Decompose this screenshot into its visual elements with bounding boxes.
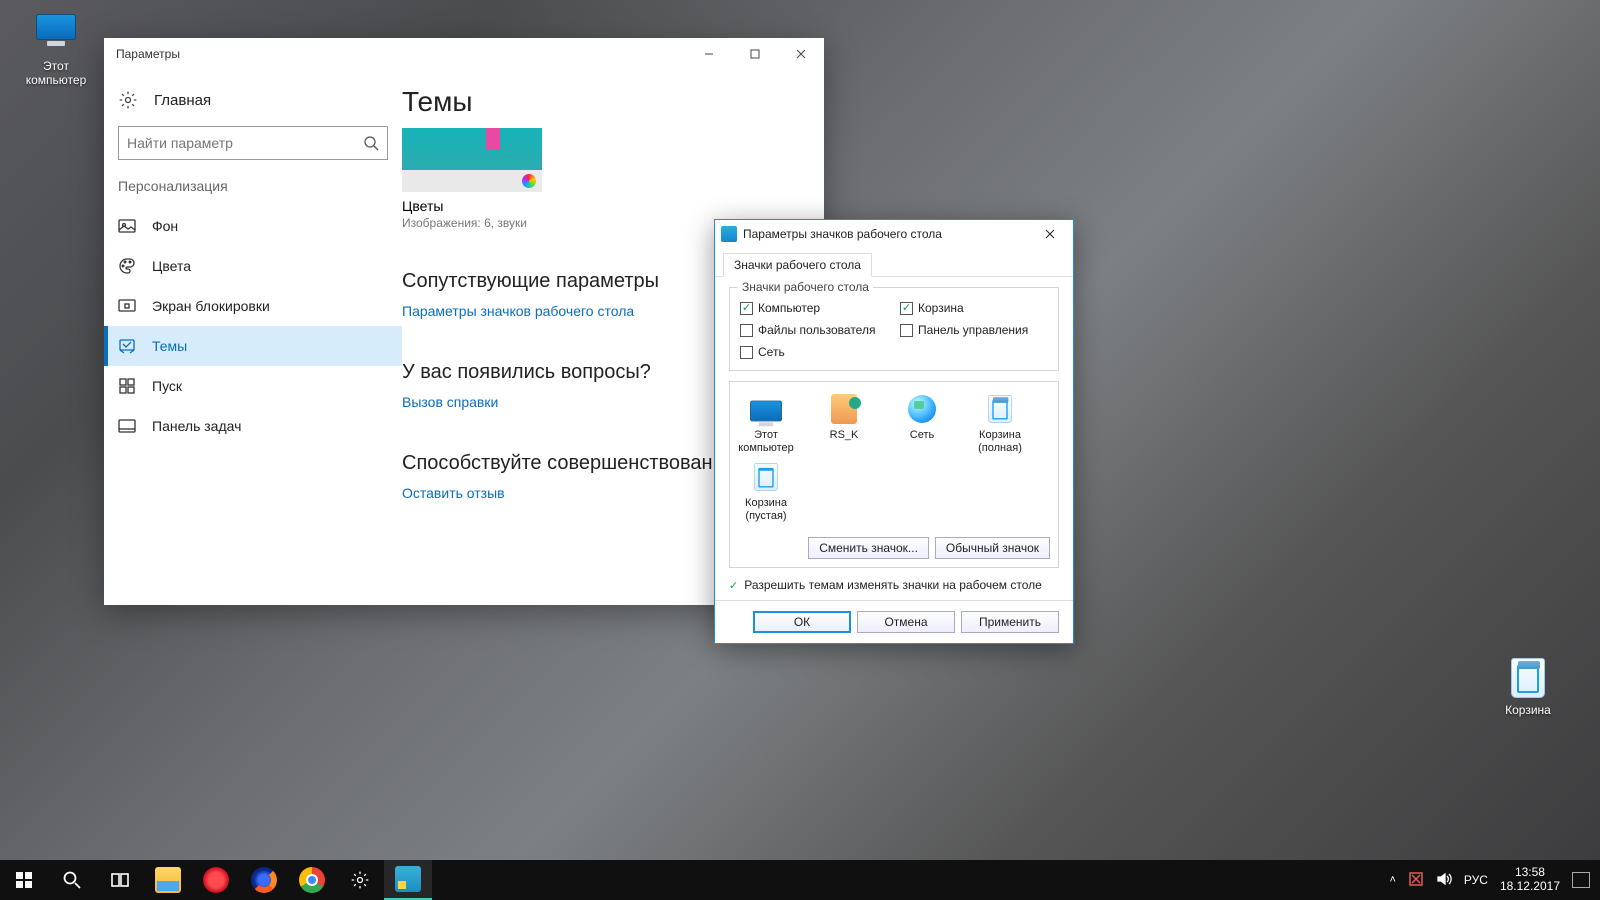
sidebar-home[interactable]: Главная bbox=[104, 80, 402, 126]
taskbar-app-settings[interactable] bbox=[336, 860, 384, 900]
desktop-icon-recycle-bin[interactable]: Корзина bbox=[1488, 658, 1568, 717]
tray-clock[interactable]: 13:58 18.12.2017 bbox=[1500, 866, 1560, 894]
search-button[interactable] bbox=[48, 860, 96, 900]
taskbar-app-chrome[interactable] bbox=[288, 860, 336, 900]
checkbox-icon bbox=[900, 302, 913, 315]
ok-button[interactable]: ОК bbox=[753, 611, 851, 633]
taskbar-app-personalization[interactable] bbox=[384, 860, 432, 900]
desktop-icon-label: Этот компьютер bbox=[16, 59, 96, 87]
checkbox-allow-themes[interactable]: Разрешить темам изменять значки на рабоч… bbox=[729, 578, 1059, 592]
theme-meta: Изображения: 6, звуки bbox=[402, 216, 542, 230]
group-legend: Значки рабочего стола bbox=[738, 280, 873, 294]
lock-screen-icon bbox=[118, 297, 136, 315]
themes-icon bbox=[118, 337, 136, 355]
default-icon-button[interactable]: Обычный значок bbox=[935, 537, 1050, 559]
checkbox-icon bbox=[729, 578, 738, 592]
close-button[interactable] bbox=[778, 38, 824, 70]
dialog-tabs: Значки рабочего стола bbox=[715, 248, 1073, 277]
nav-label: Пуск bbox=[152, 378, 182, 394]
theme-thumbnail bbox=[402, 128, 542, 170]
icon-user-folder[interactable]: RS_K bbox=[814, 392, 874, 454]
icon-recycle-full[interactable]: Корзина (полная) bbox=[970, 392, 1030, 454]
icon-network[interactable]: Сеть bbox=[892, 392, 952, 454]
dialog-titlebar[interactable]: Параметры значков рабочего стола bbox=[715, 220, 1073, 248]
checkbox-icon bbox=[740, 324, 753, 337]
settings-titlebar[interactable]: Параметры bbox=[104, 38, 824, 70]
desktop-icon-settings-link[interactable]: Параметры значков рабочего стола bbox=[402, 303, 634, 319]
start-icon bbox=[118, 377, 136, 395]
system-tray: ˄ РУС 13:58 18.12.2017 bbox=[1379, 866, 1600, 894]
sidebar-section-label: Персонализация bbox=[104, 178, 402, 206]
taskbar-icon bbox=[118, 417, 136, 435]
icon-this-pc[interactable]: Этот компьютер bbox=[736, 392, 796, 454]
maximize-button[interactable] bbox=[732, 38, 778, 70]
tray-overflow-button[interactable]: ˄ bbox=[1389, 874, 1395, 886]
color-wheel-icon bbox=[522, 174, 536, 188]
sidebar-item-themes[interactable]: Темы bbox=[104, 326, 402, 366]
apply-button[interactable]: Применить bbox=[961, 611, 1059, 633]
search-icon bbox=[363, 135, 379, 151]
desktop-icon-settings-dialog: Параметры значков рабочего стола Значки … bbox=[714, 219, 1074, 644]
change-icon-button[interactable]: Сменить значок... bbox=[808, 537, 929, 559]
tray-date: 18.12.2017 bbox=[1500, 880, 1560, 894]
gear-icon bbox=[118, 90, 138, 110]
icon-preview-group: Этот компьютер RS_K Сеть Корзина (полная… bbox=[729, 381, 1059, 568]
settings-title: Параметры bbox=[116, 47, 180, 61]
checkbox-network[interactable]: Сеть bbox=[740, 345, 888, 359]
checkbox-computer[interactable]: Компьютер bbox=[740, 301, 888, 315]
palette-icon bbox=[118, 257, 136, 275]
settings-search[interactable] bbox=[118, 126, 388, 160]
taskbar: ˄ РУС 13:58 18.12.2017 bbox=[0, 860, 1600, 900]
checkbox-user-files[interactable]: Файлы пользователя bbox=[740, 323, 888, 337]
taskbar-app-explorer[interactable] bbox=[144, 860, 192, 900]
sidebar-item-start[interactable]: Пуск bbox=[104, 366, 402, 406]
checkbox-control-panel[interactable]: Панель управления bbox=[900, 323, 1048, 337]
sidebar-item-colors[interactable]: Цвета bbox=[104, 246, 402, 286]
start-button[interactable] bbox=[0, 860, 48, 900]
checkbox-icon bbox=[900, 324, 913, 337]
tray-volume-icon[interactable] bbox=[1436, 871, 1452, 890]
action-center-button[interactable] bbox=[1572, 872, 1590, 888]
search-input[interactable] bbox=[127, 135, 363, 151]
sidebar-item-lockscreen[interactable]: Экран блокировки bbox=[104, 286, 402, 326]
checkbox-recycle-bin[interactable]: Корзина bbox=[900, 301, 1048, 315]
nav-label: Темы bbox=[152, 338, 187, 354]
give-feedback-link[interactable]: Оставить отзыв bbox=[402, 485, 505, 501]
desktop-icon-this-pc[interactable]: Этот компьютер bbox=[16, 10, 96, 87]
icon-recycle-empty[interactable]: Корзина (пустая) bbox=[736, 460, 796, 522]
tray-security-icon[interactable] bbox=[1408, 871, 1424, 890]
picture-icon bbox=[118, 217, 136, 235]
dialog-close-button[interactable] bbox=[1033, 222, 1067, 246]
cancel-button[interactable]: Отмена bbox=[857, 611, 955, 633]
page-heading: Темы bbox=[402, 86, 796, 118]
task-view-button[interactable] bbox=[96, 860, 144, 900]
sidebar-item-background[interactable]: Фон bbox=[104, 206, 402, 246]
settings-sidebar: Главная Персонализация Фон Цвета Экран б… bbox=[104, 70, 402, 605]
minimize-button[interactable] bbox=[686, 38, 732, 70]
theme-name: Цветы bbox=[402, 198, 542, 214]
taskbar-app-firefox[interactable] bbox=[240, 860, 288, 900]
nav-label: Фон bbox=[152, 218, 178, 234]
tray-time: 13:58 bbox=[1500, 866, 1560, 880]
sidebar-home-label: Главная bbox=[154, 92, 211, 109]
dialog-title: Параметры значков рабочего стола bbox=[743, 227, 942, 241]
taskbar-app-opera[interactable] bbox=[192, 860, 240, 900]
get-help-link[interactable]: Вызов справки bbox=[402, 394, 498, 410]
theme-palette bbox=[402, 170, 542, 192]
tray-language[interactable]: РУС bbox=[1464, 873, 1488, 887]
theme-card[interactable]: Цветы Изображения: 6, звуки bbox=[402, 128, 542, 230]
desktop-icon-label: Корзина bbox=[1488, 703, 1568, 717]
desktop-icons-group: Значки рабочего стола Компьютер Корзина … bbox=[729, 287, 1059, 371]
nav-label: Панель задач bbox=[152, 418, 241, 434]
nav-label: Экран блокировки bbox=[152, 298, 270, 314]
tab-desktop-icons[interactable]: Значки рабочего стола bbox=[723, 253, 872, 277]
nav-label: Цвета bbox=[152, 258, 191, 274]
checkbox-icon bbox=[740, 302, 753, 315]
dialog-icon bbox=[721, 226, 737, 242]
sidebar-item-taskbar[interactable]: Панель задач bbox=[104, 406, 402, 446]
checkbox-icon bbox=[740, 346, 753, 359]
